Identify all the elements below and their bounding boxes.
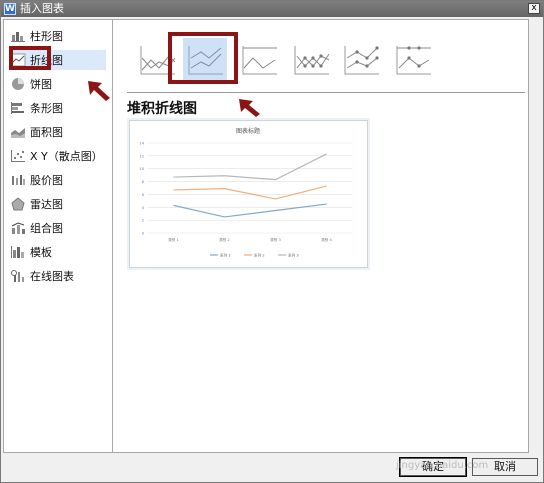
arrow-icon	[88, 81, 110, 101]
sidebar-item-label: 柱形图	[30, 30, 63, 43]
close-button[interactable]: x	[528, 3, 540, 14]
dialog-title: 插入图表	[20, 2, 64, 15]
chart-preview-panel: 堆积折线图 图表标题 0 2 4 6 8 10 12 14 类别 1 类别 2 类别 3 类别 4 系列 …	[113, 20, 528, 452]
sidebar-item-stock[interactable]: 股价图	[10, 170, 106, 190]
y-tick-label: 6	[142, 193, 145, 197]
y-tick-label: 10	[139, 167, 144, 171]
sidebar-item-label: 面积图	[30, 126, 63, 139]
title-bar: W 插入图表 x	[1, 1, 543, 17]
column-chart-icon	[11, 32, 25, 42]
sidebar-item-radar[interactable]: 雷达图	[10, 194, 106, 214]
series-line	[173, 203, 327, 218]
dialog-body: 柱形图 折线图 饼图 条形图 面积图 X Y（散点图） 股价图 雷达图 组合图 …	[3, 19, 529, 453]
y-tick-label: 4	[142, 206, 145, 210]
sidebar-item-label: 模板	[30, 246, 52, 259]
x-tick-label: 类别 3	[270, 237, 281, 242]
wps-app-icon: W	[4, 3, 16, 15]
insert-chart-dialog: W 插入图表 x 柱形图 折线图 饼图 条形图 面积图 X Y（散点图） 股价图…	[0, 0, 544, 483]
scatter-chart-icon	[11, 150, 25, 162]
template-icon	[11, 246, 24, 258]
chart-title: 图表标题	[236, 127, 260, 135]
legend-label: 系列 2	[254, 253, 265, 258]
chart-subtype-title: 堆积折线图	[127, 101, 197, 117]
sidebar-item-combo[interactable]: 组合图	[10, 218, 106, 238]
y-tick-label: 12	[139, 154, 144, 158]
watermark-text: jingyan.baidu.com	[396, 460, 489, 471]
online-chart-icon	[11, 270, 24, 282]
sidebar-item-area[interactable]: 面积图	[10, 122, 106, 142]
legend-label: 系列 1	[220, 253, 231, 258]
sidebar-item-scatter[interactable]: X Y（散点图）	[10, 146, 106, 166]
sidebar-item-label: 饼图	[30, 78, 52, 91]
sidebar-item-column[interactable]: 柱形图	[10, 26, 106, 46]
subtype-percent-stacked-line-markers-thumb[interactable]	[391, 38, 435, 82]
subtype-percent-stacked-line-thumb[interactable]	[237, 38, 281, 82]
stock-chart-icon	[12, 175, 25, 185]
series-line	[173, 185, 327, 200]
sidebar-item-label: 在线图表	[30, 270, 74, 283]
subtype-stacked-line-markers-thumb[interactable]	[339, 38, 383, 82]
y-tick-label: 14	[139, 142, 144, 146]
x-tick-label: 类别 1	[168, 237, 179, 242]
pie-chart-icon	[12, 78, 24, 90]
highlight-box-sidebar	[9, 46, 51, 70]
y-tick-label: 8	[142, 180, 145, 184]
sidebar-item-label: X Y（散点图）	[30, 150, 103, 163]
bar-chart-icon	[11, 102, 24, 114]
y-tick-label: 2	[142, 219, 144, 223]
x-tick-label: 类别 4	[321, 237, 332, 242]
sidebar-item-label: 组合图	[30, 222, 63, 235]
highlight-box-subtype	[168, 32, 238, 84]
y-tick-label: 0	[142, 232, 145, 236]
area-chart-icon	[11, 128, 25, 138]
radar-chart-icon	[11, 197, 25, 211]
preview-chart: 图表标题 0 2 4 6 8 10 12 14 类别 1 类别 2 类别 3 类别 4 系列 1 系列 2 系…	[139, 127, 352, 258]
subtype-line-markers-thumb[interactable]	[289, 38, 333, 82]
legend-label: 系列 3	[288, 253, 299, 258]
series-line	[173, 153, 327, 181]
sidebar-item-online[interactable]: 在线图表	[10, 266, 106, 286]
combo-chart-icon	[11, 222, 25, 234]
chart-preview: 图表标题 0 2 4 6 8 10 12 14 类别 1 类别 2 类别 3 类别 4 系列 1 系列 2 系…	[129, 120, 368, 268]
sidebar-item-label: 雷达图	[30, 198, 63, 211]
divider	[127, 92, 525, 93]
sidebar-item-label: 条形图	[30, 102, 63, 115]
sidebar-item-template[interactable]: 模板	[10, 242, 106, 262]
sidebar-item-label: 股价图	[30, 174, 63, 187]
arrow-icon	[239, 99, 260, 117]
x-tick-label: 类别 2	[219, 237, 230, 242]
